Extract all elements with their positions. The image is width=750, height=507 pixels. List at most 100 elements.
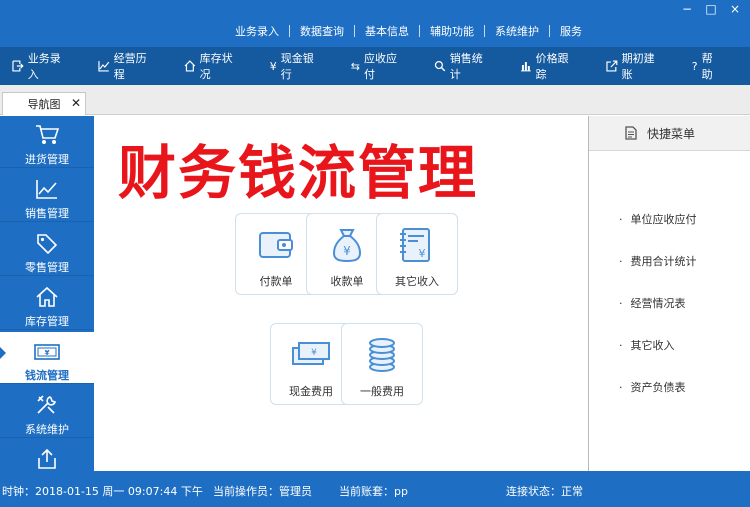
toolbar-history[interactable]: 经营历程 bbox=[98, 50, 157, 82]
toolbar-receivable[interactable]: ⇆ 应收应付 bbox=[351, 50, 407, 82]
sidebar-item-label: 零售管理 bbox=[25, 261, 69, 274]
search-icon bbox=[434, 60, 446, 72]
document-icon bbox=[625, 126, 637, 140]
app-window: 业务录入 数据查询 基本信息 辅助功能 系统维护 服务 − □ × 业务录入 经… bbox=[0, 0, 750, 507]
top-menu-system[interactable]: 系统维护 bbox=[485, 23, 549, 39]
toolbar-price-track[interactable]: 价格跟踪 bbox=[520, 50, 579, 82]
tab-navigation[interactable]: 导航图 ✕ bbox=[2, 92, 86, 115]
tab-close-icon[interactable]: ✕ bbox=[71, 96, 81, 110]
general-expense-button[interactable]: 一般费用 bbox=[341, 323, 423, 405]
home-icon bbox=[184, 60, 196, 72]
svg-text:¥: ¥ bbox=[343, 244, 351, 258]
minimize-button[interactable]: − bbox=[680, 2, 694, 16]
tile-label: 付款单 bbox=[259, 275, 293, 288]
window-controls: − □ × bbox=[680, 2, 742, 16]
toolbar-label: 帮助 bbox=[701, 52, 713, 81]
home-icon bbox=[36, 286, 58, 307]
top-menu-business-entry[interactable]: 业务录入 bbox=[225, 23, 289, 39]
tab-label: 导航图 bbox=[27, 98, 61, 111]
tile-label: 一般费用 bbox=[360, 385, 404, 398]
page-title: 财务钱流管理 bbox=[118, 139, 479, 207]
toolbar-cash-bank[interactable]: ¥ 现金银行 bbox=[270, 50, 324, 82]
exchange-icon: ⇆ bbox=[350, 59, 360, 73]
trend-icon bbox=[98, 61, 110, 72]
cash-expense-button[interactable]: ¥ 现金费用 bbox=[270, 323, 352, 405]
money-bag-icon: ¥ bbox=[332, 229, 362, 263]
quick-item-receivable-payable[interactable]: 单位应收应付 bbox=[619, 211, 697, 227]
tile-label: 收款单 bbox=[330, 275, 364, 288]
toolbar-sales-stats[interactable]: 销售统计 bbox=[434, 50, 493, 82]
toolbar-label: 业务录入 bbox=[27, 52, 61, 81]
status-connection: 连接状态：正常 bbox=[506, 485, 583, 498]
sidebar-item-label: 进货管理 bbox=[25, 153, 69, 166]
toolbar-business-entry[interactable]: 业务录入 bbox=[12, 50, 71, 82]
quick-menu: 快捷菜单 单位应收应付 费用合计统计 经营情况表 其它收入 资产负债表 bbox=[588, 116, 750, 471]
toolbar-label: 应收应付 bbox=[364, 52, 397, 81]
toolbar: 业务录入 经营历程 库存状况 ¥ 现金银行 ⇆ 应收应付 销售统计 价格跟踪 期… bbox=[0, 47, 750, 85]
toolbar-label: 经营历程 bbox=[113, 52, 147, 81]
sidebar-item-inventory[interactable]: 库存管理 bbox=[0, 278, 94, 330]
sidebar-item-system[interactable]: 系统维护 bbox=[0, 386, 94, 438]
top-menu-service[interactable]: 服务 bbox=[550, 23, 592, 39]
svg-text:¥: ¥ bbox=[45, 349, 50, 357]
close-button[interactable]: × bbox=[728, 2, 742, 16]
active-marker bbox=[0, 347, 6, 359]
top-menu-aux[interactable]: 辅助功能 bbox=[420, 23, 484, 39]
sidebar-item-cashflow[interactable]: ¥ 钱流管理 bbox=[0, 332, 94, 384]
toolbar-label: 库存状况 bbox=[199, 52, 233, 81]
wallet-icon bbox=[259, 232, 293, 258]
tools-icon bbox=[37, 395, 56, 414]
quick-menu-header: 快捷菜单 bbox=[589, 116, 750, 151]
ledger-yen-icon: ¥ bbox=[400, 228, 430, 262]
tile-label: 其它收入 bbox=[395, 275, 439, 288]
toolbar-label: 价格跟踪 bbox=[535, 52, 569, 81]
tab-strip: 导航图 ✕ bbox=[0, 85, 750, 115]
payment-voucher-button[interactable]: 付款单 bbox=[235, 213, 317, 295]
tile-label: 现金费用 bbox=[289, 385, 333, 398]
status-bar: 时钟：2018-01-15 周一 09:07:44 下午 当前操作员：管理员 当… bbox=[0, 471, 750, 507]
quick-item-business-report[interactable]: 经营情况表 bbox=[619, 295, 686, 311]
top-menu-data-query[interactable]: 数据查询 bbox=[290, 23, 354, 39]
top-menu-basic-info[interactable]: 基本信息 bbox=[355, 23, 419, 39]
sidebar-item-label: 销售管理 bbox=[25, 207, 69, 220]
cart-icon bbox=[36, 125, 59, 144]
chart-line-icon bbox=[36, 180, 57, 199]
cash-icon: ¥ bbox=[292, 342, 330, 365]
sidebar-item-purchase[interactable]: 进货管理 bbox=[0, 116, 94, 168]
title-bar: 业务录入 数据查询 基本信息 辅助功能 系统维护 服务 − □ × bbox=[0, 0, 750, 47]
svg-text:¥: ¥ bbox=[419, 247, 426, 260]
import-icon bbox=[12, 60, 24, 72]
coins-icon bbox=[369, 338, 395, 372]
yen-icon: ¥ bbox=[269, 59, 277, 73]
main-content: 财务钱流管理 付款单 ¥ 收款单 ¥ 其它收入 ¥ 现金费用 一般费用 bbox=[94, 116, 588, 471]
toolbar-opening[interactable]: 期初建账 bbox=[606, 50, 665, 82]
bar-chart-icon bbox=[520, 62, 531, 72]
toolbar-label: 期初建账 bbox=[621, 52, 655, 81]
toolbar-inventory[interactable]: 库存状况 bbox=[184, 50, 243, 82]
status-clock: 时钟：2018-01-15 周一 09:07:44 下午 bbox=[2, 485, 203, 498]
maximize-button[interactable]: □ bbox=[704, 2, 718, 16]
quick-item-expense-total[interactable]: 费用合计统计 bbox=[619, 253, 697, 269]
tag-icon bbox=[37, 234, 58, 254]
sidebar-item-label: 系统维护 bbox=[25, 423, 69, 436]
sidebar-item-label: 库存管理 bbox=[25, 315, 69, 328]
status-operator: 当前操作员：管理员 bbox=[213, 485, 312, 498]
other-income-button[interactable]: ¥ 其它收入 bbox=[376, 213, 458, 295]
svg-text:¥: ¥ bbox=[311, 348, 317, 358]
quick-item-balance-sheet[interactable]: 资产负债表 bbox=[619, 379, 686, 395]
sidebar-item-retail[interactable]: 零售管理 bbox=[0, 224, 94, 276]
help-icon: ? bbox=[691, 59, 698, 73]
status-account: 当前账套：pp bbox=[339, 485, 408, 498]
money-icon: ¥ bbox=[34, 344, 60, 360]
quick-menu-title: 快捷菜单 bbox=[647, 126, 696, 141]
external-icon bbox=[606, 60, 618, 72]
sidebar-item-label: 钱流管理 bbox=[25, 369, 69, 382]
sidebar-item-sales[interactable]: 销售管理 bbox=[0, 170, 94, 222]
top-menu: 业务录入 数据查询 基本信息 辅助功能 系统维护 服务 bbox=[225, 23, 592, 39]
share-icon bbox=[38, 448, 56, 469]
sidebar: 进货管理 销售管理 零售管理 库存管理 ¥ 钱流管理 系统维护 bbox=[0, 116, 94, 471]
toolbar-label: 销售统计 bbox=[449, 52, 483, 81]
toolbar-label: 现金银行 bbox=[280, 52, 314, 81]
quick-item-other-income[interactable]: 其它收入 bbox=[619, 337, 675, 353]
toolbar-help[interactable]: ? 帮助 bbox=[692, 50, 723, 82]
